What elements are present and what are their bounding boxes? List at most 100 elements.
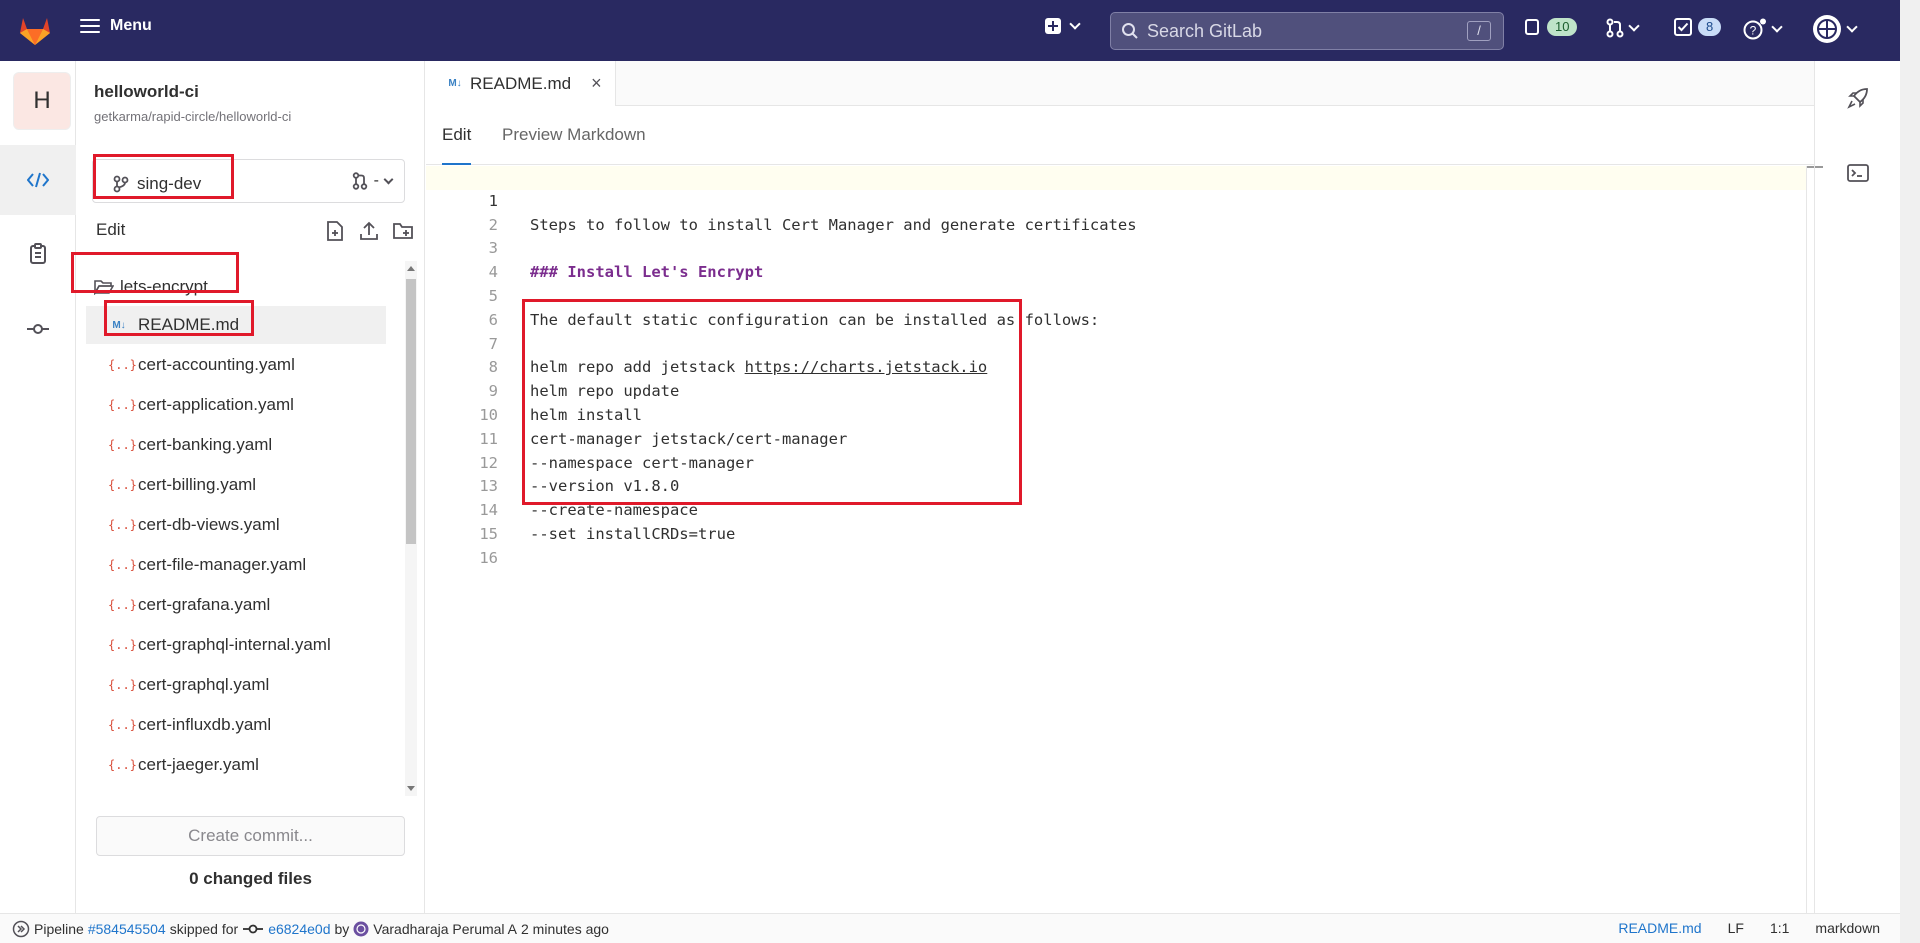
new-folder-icon[interactable] [392,220,414,242]
file-item[interactable]: {..} cert-grafana.yaml [86,586,386,624]
file-tab-readme[interactable]: M↓ README.md × [426,61,616,106]
issues-icon [1525,19,1539,35]
scroll-up-arrow-icon[interactable] [407,266,415,271]
file-item[interactable]: {..} cert-graphql.yaml [86,666,386,704]
status-file-name[interactable]: README.md [1618,920,1701,936]
commit-icon [243,924,264,934]
file-name: cert-db-views.yaml [138,515,280,534]
rocket-icon[interactable] [1847,87,1869,109]
editor-area: M↓ README.md × Edit Preview Markdown 1 S… [426,61,1823,913]
menu-button[interactable]: Menu [80,17,152,35]
upload-icon[interactable] [358,220,380,242]
folder-lets-encrypt[interactable]: lets-encrypt [86,268,386,306]
tab-edit[interactable]: Edit [442,107,472,165]
file-item[interactable]: {..} cert-graphql-internal.yaml [86,626,386,664]
pipeline-link[interactable]: #584545504 [88,921,166,937]
branch-name: sing-dev [137,174,202,193]
status-eol: LF [1727,920,1744,936]
merge-request-icon [1606,18,1624,38]
scroll-down-arrow-icon[interactable] [407,786,415,791]
file-tree: lets-encrypt M↓ README.md {..} cert-acco… [76,261,416,796]
review-mode-button[interactable] [0,219,76,289]
new-dropdown-button[interactable] [1045,17,1081,34]
edit-mode-button[interactable] [0,145,76,215]
file-name: cert-influxdb.yaml [138,715,272,734]
code-line: 11 --namespace cert-manager [426,404,1806,472]
markdown-file-icon: M↓ [112,319,126,331]
user-avatar-icon [1813,15,1841,43]
project-avatar[interactable]: H [13,72,71,130]
commit-sha-link[interactable]: e6824e0d [268,921,330,937]
gitlab-logo-icon[interactable] [18,14,52,46]
code-line: 12 --version v1.8.0 [426,428,1806,496]
file-item[interactable]: {..} cert-accounting.yaml [86,346,386,384]
search-input[interactable]: Search GitLab / [1110,12,1504,50]
yaml-file-icon: {..} [108,438,137,452]
branch-dropdown[interactable]: sing-dev [113,174,201,194]
code-line: 5 The default static configuration can b… [426,261,1806,329]
todos-button[interactable]: 8 [1674,18,1722,36]
file-name: cert-banking.yaml [138,435,273,454]
code-line: 2 [426,190,1806,234]
file-readme[interactable]: M↓ README.md [86,306,386,344]
file-tree-panel: helloworld-ci getkarma/rapid-circle/hell… [76,61,425,913]
file-name: cert-application.yaml [138,395,294,414]
branch-selector[interactable]: sing-dev - [92,159,405,203]
page-scrollbar[interactable] [1900,0,1920,943]
commit-time: 2 minutes ago [521,921,609,937]
file-item[interactable]: {..} cert-db-views.yaml [86,506,386,544]
issues-count-badge: 10 [1547,18,1578,36]
file-tree-scrollbar[interactable] [405,261,417,796]
plus-square-icon [1045,18,1061,34]
code-line: 1 Steps to follow to install Cert Manage… [426,166,1806,234]
close-tab-icon[interactable]: × [591,73,602,94]
svg-text:?: ? [1750,24,1757,38]
code-line: 10 cert-manager jetstack/cert-manager [426,380,1806,448]
commit-mode-button[interactable] [0,294,76,364]
edit-toolbar: Edit [96,220,413,242]
merge-request-dropdown[interactable]: - [352,172,394,190]
code-line: 14 --set installCRDs=true [426,475,1806,543]
code-editor[interactable]: 1 Steps to follow to install Cert Manage… [426,166,1806,913]
code-line: 7 helm repo add jetstack https://charts.… [426,309,1806,377]
file-item[interactable]: {..} cert-influxdb.yaml [86,706,386,744]
project-name[interactable]: helloworld-ci [94,82,199,102]
folder-open-icon [94,280,114,295]
user-avatar-button[interactable] [1812,14,1858,44]
scrollbar-thumb[interactable] [406,279,416,544]
commit-icon [27,324,49,334]
yaml-file-icon: {..} [108,478,137,492]
new-file-icon[interactable] [324,220,346,242]
tab-preview-markdown[interactable]: Preview Markdown [502,107,646,165]
branch-icon [113,175,129,193]
file-item[interactable]: {..} cert-banking.yaml [86,426,386,464]
chevron-down-icon [1846,20,1858,33]
yaml-file-icon: {..} [108,638,137,652]
code-line: 15 [426,499,1806,543]
chevron-down-icon [383,174,394,184]
editor-scrollbar[interactable] [1806,166,1823,913]
help-icon: ? [1743,18,1766,40]
todos-count-badge: 8 [1698,18,1722,36]
file-item[interactable]: {..} cert-billing.yaml [86,466,386,504]
file-item[interactable]: {..} cert-file-manager.yaml [86,546,386,584]
line-number: 16 [479,548,498,567]
create-commit-button[interactable]: Create commit... [96,816,405,856]
changed-files-count: 0 changed files [189,869,312,888]
file-item[interactable]: {..} cert-jaeger.yaml [86,746,386,784]
issues-button[interactable]: 10 [1525,18,1578,36]
todo-checkbox-icon [1674,18,1692,36]
code-line: 13 --create-namespace [426,452,1806,519]
ide-activity-bar: H [0,61,76,913]
editor-tab-bar: M↓ README.md × [426,61,1814,106]
file-item[interactable]: {..} cert-application.yaml [86,386,386,424]
help-button[interactable]: ? [1743,18,1783,40]
chevron-down-icon [1771,20,1783,33]
merge-requests-button[interactable] [1606,18,1640,38]
terminal-icon[interactable] [1847,164,1869,182]
tab-file-name: README.md [470,73,572,93]
pipeline-skipped-icon [12,920,30,938]
status-cursor-position: 1:1 [1769,920,1790,936]
author-name: Varadharaja Perumal A [373,921,517,937]
file-name: cert-accounting.yaml [138,355,295,374]
